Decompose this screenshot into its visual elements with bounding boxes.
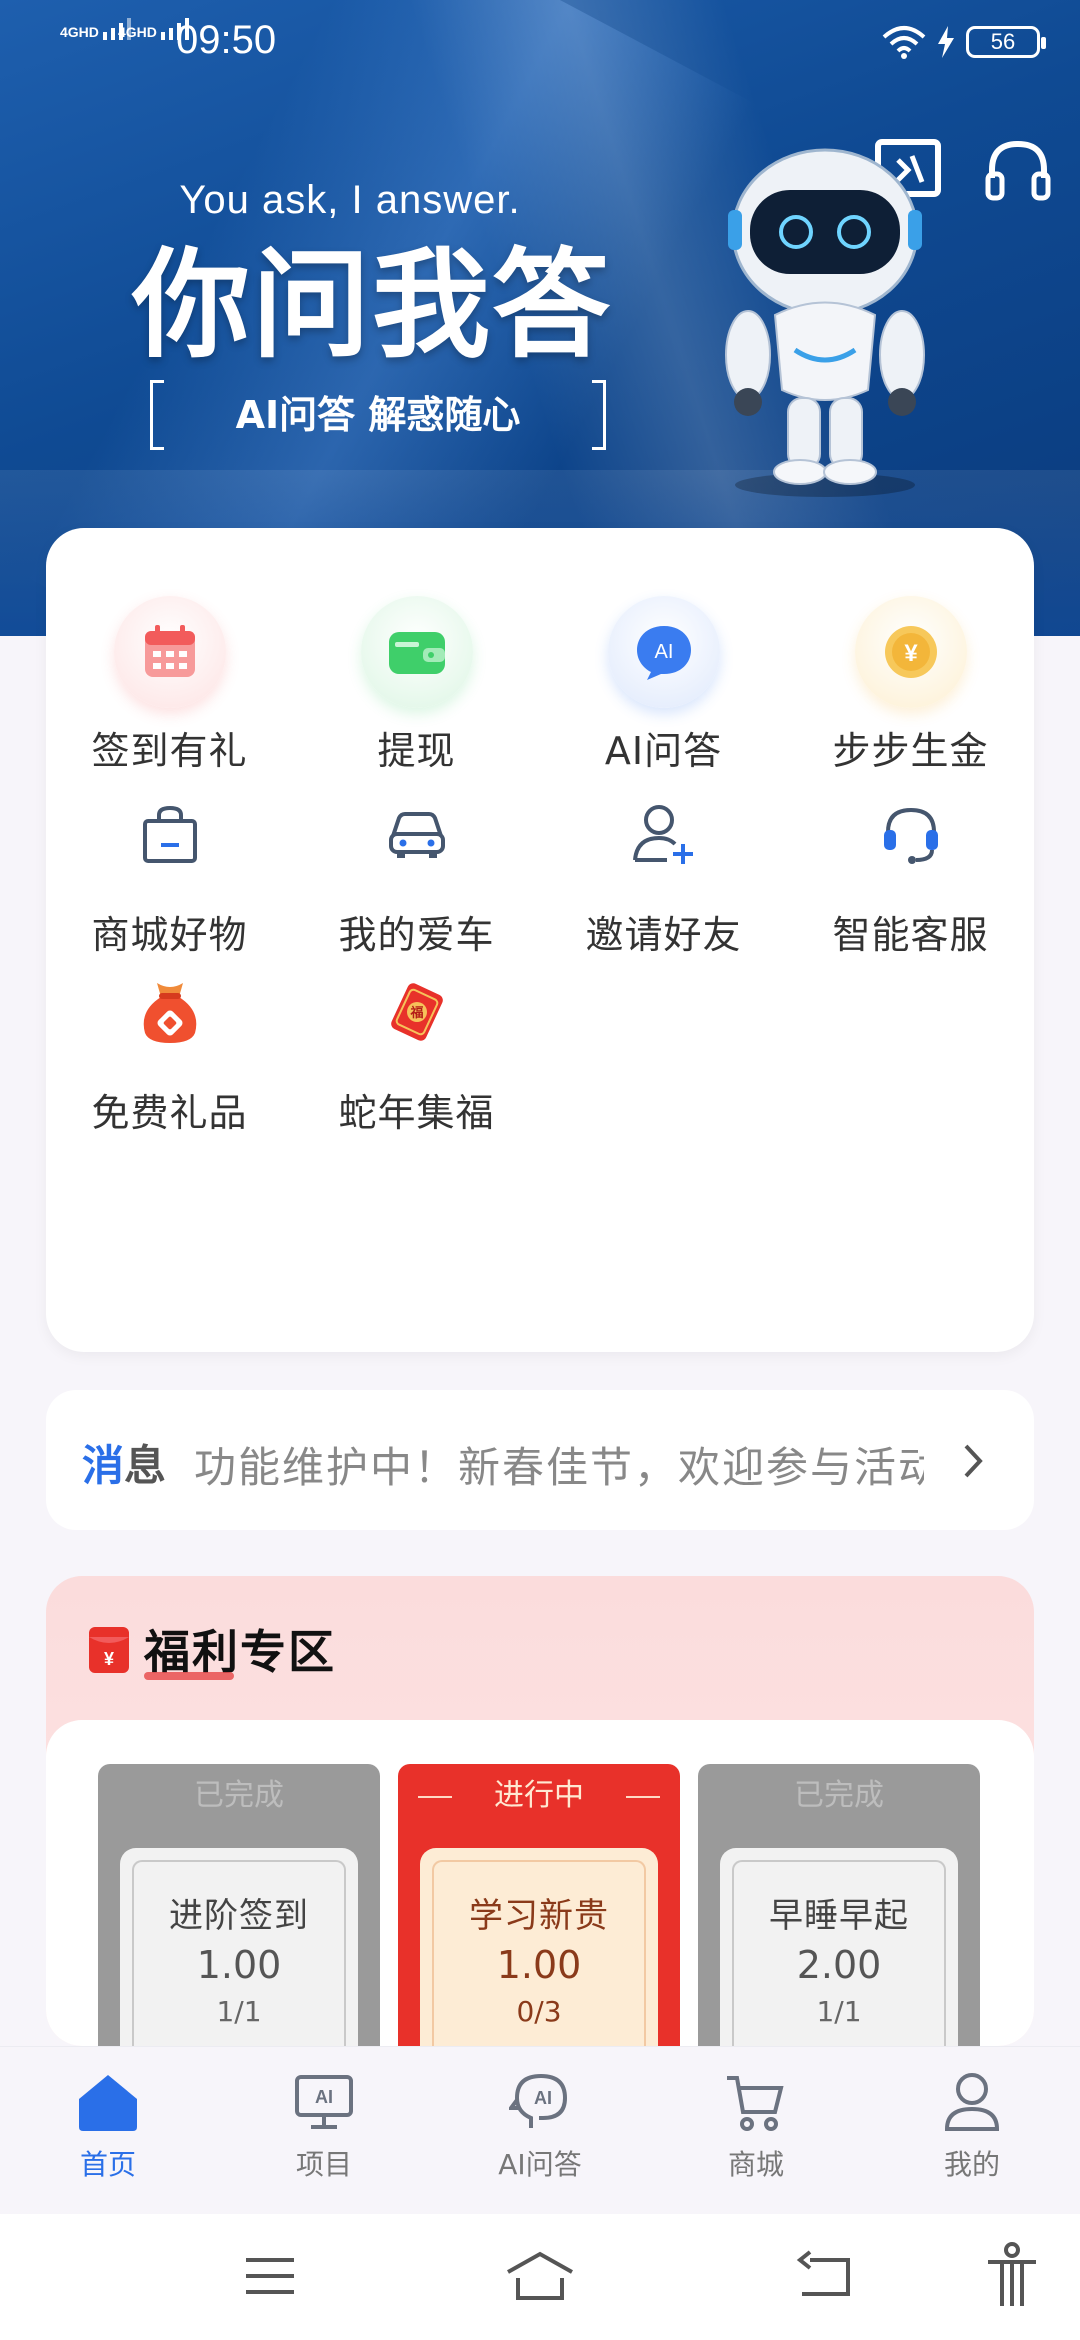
- bottom-tab-bar: 首页 AI 项目 AI AI问答 商城 我的: [0, 2046, 1080, 2214]
- welfare-title: 福利专区: [144, 1616, 336, 1682]
- grid-label: 智能客服: [832, 913, 989, 957]
- tab-label: 商城: [727, 2148, 784, 2181]
- headset-icon: [883, 807, 938, 864]
- coin-icon: ¥: [884, 626, 937, 678]
- grid-label: 我的爱车: [338, 913, 495, 957]
- grid-label: 免费礼品: [91, 1091, 248, 1135]
- notice-tag: 消息: [82, 1441, 167, 1490]
- user-icon: [944, 2073, 1000, 2131]
- svg-text:¥: ¥: [904, 640, 918, 667]
- status-bar: 4GHD 4GHD 09:50 56: [0, 0, 1080, 84]
- cart-icon: [727, 2076, 784, 2131]
- ai-head-icon: AI: [509, 2073, 568, 2128]
- task-status: 已完成: [794, 1778, 884, 1813]
- chevron-right-icon[interactable]: [962, 1442, 984, 1480]
- grid-item-snake-fortune[interactable]: 福 蛇年集福: [293, 952, 540, 1137]
- menu-icon[interactable]: [244, 2250, 296, 2302]
- tab-home[interactable]: 首页: [0, 2071, 216, 2183]
- grid-label: 蛇年集福: [338, 1091, 495, 1135]
- grid-item-support[interactable]: 智能客服: [787, 774, 1034, 959]
- grid-item-free-gift[interactable]: 免费礼品: [46, 952, 293, 1137]
- grid-item-invite[interactable]: 邀请好友: [540, 774, 787, 959]
- gift-bag-icon: [143, 983, 196, 1043]
- charging-icon: [938, 26, 954, 58]
- task-name: 学习新贵: [469, 1896, 609, 1936]
- headphones-icon[interactable]: [982, 132, 1054, 204]
- svg-text:¥: ¥: [104, 1649, 114, 1669]
- ai-chat-icon: AI: [636, 626, 691, 680]
- monitor-ai-icon: AI: [295, 2075, 353, 2129]
- feature-grid: 签到有礼 提现 AI AI问答 ¥ 步步生金 商城好物 我的爱车 邀请好友 智能…: [46, 528, 1034, 1352]
- svg-text:AI: AI: [654, 641, 673, 663]
- grid-item-step-gold[interactable]: ¥ 步步生金: [787, 592, 1034, 775]
- task-status: 已完成: [194, 1778, 284, 1813]
- red-envelope-icon: ¥: [89, 1627, 129, 1673]
- svg-text:AI: AI: [315, 2087, 333, 2107]
- shopping-bag-icon: [142, 805, 197, 863]
- grid-label: 签到有礼: [91, 729, 248, 773]
- wallet-icon: [388, 632, 445, 674]
- task-name: 进阶签到: [169, 1896, 309, 1936]
- task-progress: 1/1: [816, 1995, 862, 2028]
- welfare-section: ¥ 福利专区 已完成 进阶签到 1.00 1/1 进行中 学习新贵 1.00 0…: [46, 1576, 1034, 2046]
- calendar-icon: [144, 625, 195, 677]
- tab-label: 我的: [943, 2148, 1000, 2181]
- car-icon: [388, 812, 445, 858]
- invite-user-icon: [632, 805, 693, 864]
- grid-label: 邀请好友: [585, 913, 742, 957]
- grid-item-withdraw[interactable]: 提现: [293, 592, 540, 775]
- home-icon: [79, 2075, 137, 2131]
- hero-title: 你问我答: [131, 236, 612, 374]
- hero-tagline: AI问答 解惑随心: [150, 380, 606, 450]
- wifi-icon: [882, 26, 926, 59]
- tab-mine[interactable]: 我的: [864, 2071, 1080, 2183]
- tab-projects[interactable]: AI 项目: [216, 2071, 432, 2183]
- svg-text:福: 福: [409, 1005, 423, 1021]
- task-card[interactable]: 进行中 学习新贵 1.00 0/3: [398, 1764, 680, 2046]
- task-amount: 1.00: [496, 1943, 582, 1987]
- grid-label: 提现: [377, 729, 456, 773]
- grid-item-checkin[interactable]: 签到有礼: [46, 592, 293, 775]
- notice-text: 功能维护中！新春佳节，欢迎参与活动: [194, 1443, 924, 1490]
- task-progress: 0/3: [516, 1995, 562, 2028]
- system-navigation-bar: [0, 2214, 1080, 2340]
- hero-subtitle: You ask, I answer.: [179, 178, 521, 222]
- task-amount: 2.00: [796, 1943, 882, 1987]
- task-card[interactable]: 已完成 早睡早起 2.00 1/1: [698, 1764, 980, 2046]
- task-card[interactable]: 已完成 进阶签到 1.00 1/1: [98, 1764, 380, 2046]
- fortune-card-icon: 福: [390, 983, 443, 1041]
- tab-mall[interactable]: 商城: [648, 2071, 864, 2183]
- notice-bar[interactable]: 消息 功能维护中！新春佳节，欢迎参与活动: [46, 1390, 1034, 1530]
- accessibility-icon[interactable]: [984, 2242, 1040, 2308]
- tab-label: 项目: [295, 2148, 352, 2181]
- grid-label: AI问答: [604, 729, 723, 773]
- grid-item-my-car[interactable]: 我的爱车: [293, 774, 540, 959]
- grid-item-mall[interactable]: 商城好物: [46, 774, 293, 959]
- robot-illustration: [725, 148, 925, 497]
- back-icon[interactable]: [796, 2250, 852, 2302]
- home-outline-icon[interactable]: [504, 2250, 576, 2302]
- svg-text:AI: AI: [534, 2088, 552, 2108]
- tab-ai-qa[interactable]: AI AI问答: [432, 2071, 648, 2183]
- grid-item-ai-qa[interactable]: AI AI问答: [540, 592, 787, 775]
- tab-label: AI问答: [498, 2148, 582, 2181]
- task-progress: 1/1: [216, 1995, 262, 2028]
- battery-indicator: 56: [966, 26, 1046, 58]
- grid-label: 商城好物: [91, 913, 248, 957]
- tab-label: 首页: [79, 2148, 136, 2181]
- task-amount: 1.00: [196, 1943, 282, 1987]
- grid-label: 步步生金: [832, 729, 989, 773]
- task-name: 早睡早起: [769, 1896, 909, 1936]
- status-time: 09:50: [176, 18, 277, 62]
